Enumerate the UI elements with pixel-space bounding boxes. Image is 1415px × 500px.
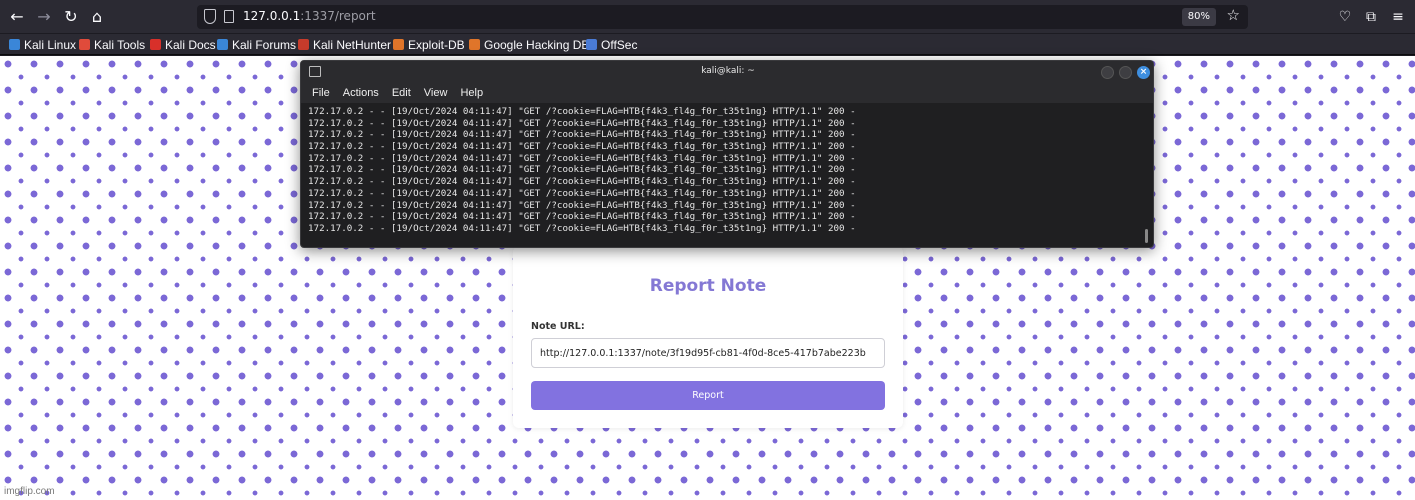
reload-icon[interactable]: ↻ <box>60 6 82 28</box>
back-arrow-icon[interactable]: ← <box>6 6 28 28</box>
pocket-icon[interactable]: ♡ <box>1336 8 1354 26</box>
report-card: Report Note Note URL: Report <box>513 246 903 428</box>
menu-hamburger-icon[interactable]: ≡ <box>1389 8 1407 26</box>
terminal-titlebar[interactable]: kali@kali: ~ × <box>301 61 1153 83</box>
kali-linux-favicon-icon <box>9 39 20 50</box>
menu-view[interactable]: View <box>424 87 448 99</box>
log-line: 172.17.0.2 - - [19/Oct/2024 04:11:47] "G… <box>308 164 856 176</box>
bookmark-kali-forums[interactable]: Kali Forums <box>217 36 296 53</box>
bookmark-label: Kali Forums <box>232 37 297 52</box>
bookmark-kali-docs[interactable]: Kali Docs <box>150 36 216 53</box>
minimize-icon[interactable] <box>1101 66 1114 79</box>
log-line: 172.17.0.2 - - [19/Oct/2024 04:11:47] "G… <box>308 176 856 188</box>
zoom-level-badge[interactable]: 80% <box>1181 8 1216 26</box>
bookmark-google-hacking-db[interactable]: Google Hacking DB <box>469 36 589 53</box>
page-info-icon[interactable] <box>224 10 234 23</box>
bookmark-kali-tools[interactable]: Kali Tools <box>79 36 145 53</box>
kali-nethunter-favicon-icon <box>298 39 309 50</box>
tracking-shield-icon[interactable] <box>204 9 216 24</box>
bookmark-kali-linux[interactable]: Kali Linux <box>9 36 76 53</box>
log-line: 172.17.0.2 - - [19/Oct/2024 04:11:47] "G… <box>308 129 856 141</box>
bookmarks-toolbar: Kali Linux Kali Tools Kali Docs Kali For… <box>0 34 1415 55</box>
log-line: 172.17.0.2 - - [19/Oct/2024 04:11:47] "G… <box>308 117 856 129</box>
terminal-menubar: File Actions Edit View Help <box>301 83 1153 103</box>
bookmark-label: Kali Tools <box>94 37 146 52</box>
log-line: 172.17.0.2 - - [19/Oct/2024 04:11:47] "G… <box>308 106 856 117</box>
watermark: imgflip.com <box>4 486 55 497</box>
address-bar[interactable]: 127.0.0.1:1337/report 80% ☆ <box>197 5 1248 29</box>
terminal-title: kali@kali: ~ <box>701 66 755 76</box>
kali-docs-favicon-icon <box>150 39 161 50</box>
terminal-output[interactable]: 172.17.0.2 - - [19/Oct/2024 04:11:47] "G… <box>308 106 1138 244</box>
menu-edit[interactable]: Edit <box>392 87 411 99</box>
url-host: 127.0.0.1 <box>243 9 301 23</box>
home-icon[interactable]: ⌂ <box>86 6 108 28</box>
log-line: 172.17.0.2 - - [19/Oct/2024 04:11:47] "G… <box>308 222 856 234</box>
kali-tools-favicon-icon <box>79 39 90 50</box>
note-url-label: Note URL: <box>531 321 585 332</box>
bookmark-label: Google Hacking DB <box>484 37 590 52</box>
menu-help[interactable]: Help <box>460 87 483 99</box>
exploit-db-favicon-icon <box>393 39 404 50</box>
terminal-scrollbar[interactable] <box>1145 229 1148 243</box>
bookmark-label: Kali Linux <box>24 37 77 52</box>
log-line: 172.17.0.2 - - [19/Oct/2024 04:11:47] "G… <box>308 152 856 164</box>
bookmark-exploit-db[interactable]: Exploit-DB <box>393 36 465 53</box>
url-path: :1337/report <box>300 9 376 23</box>
extensions-icon[interactable]: ⧉ <box>1362 8 1380 26</box>
bookmark-offsec[interactable]: OffSec <box>586 36 637 53</box>
menu-actions[interactable]: Actions <box>343 87 379 99</box>
browser-toolbar: ← → ↻ ⌂ 127.0.0.1:1337/report 80% ☆ ♡ ⧉ … <box>0 0 1415 34</box>
log-line: 172.17.0.2 - - [19/Oct/2024 04:11:47] "G… <box>308 211 856 223</box>
log-line: 172.17.0.2 - - [19/Oct/2024 04:11:47] "G… <box>308 141 856 153</box>
address-url[interactable]: 127.0.0.1:1337/report <box>243 9 376 23</box>
page-title: Report Note <box>649 276 767 296</box>
bookmark-kali-nethunter[interactable]: Kali NetHunter <box>298 36 391 53</box>
bookmark-label: OffSec <box>601 37 638 52</box>
close-icon[interactable]: × <box>1137 66 1150 79</box>
menu-file[interactable]: File <box>312 87 330 99</box>
report-button[interactable]: Report <box>531 381 885 410</box>
kali-forums-favicon-icon <box>217 39 228 50</box>
bookmark-star-icon[interactable]: ☆ <box>1227 6 1240 24</box>
bookmark-label: Kali NetHunter <box>313 37 392 52</box>
ghdb-favicon-icon <box>469 39 480 50</box>
forward-arrow-icon[interactable]: → <box>33 6 55 28</box>
bookmark-label: Kali Docs <box>165 37 216 52</box>
note-url-input[interactable] <box>531 338 885 368</box>
maximize-icon[interactable] <box>1119 66 1132 79</box>
log-line: 172.17.0.2 - - [19/Oct/2024 04:11:47] "G… <box>308 199 856 211</box>
offsec-favicon-icon <box>586 39 597 50</box>
terminal-window: kali@kali: ~ × File Actions Edit View He… <box>300 60 1154 248</box>
log-line: 172.17.0.2 - - [19/Oct/2024 04:11:47] "G… <box>308 187 856 199</box>
bookmark-label: Exploit-DB <box>408 37 465 52</box>
